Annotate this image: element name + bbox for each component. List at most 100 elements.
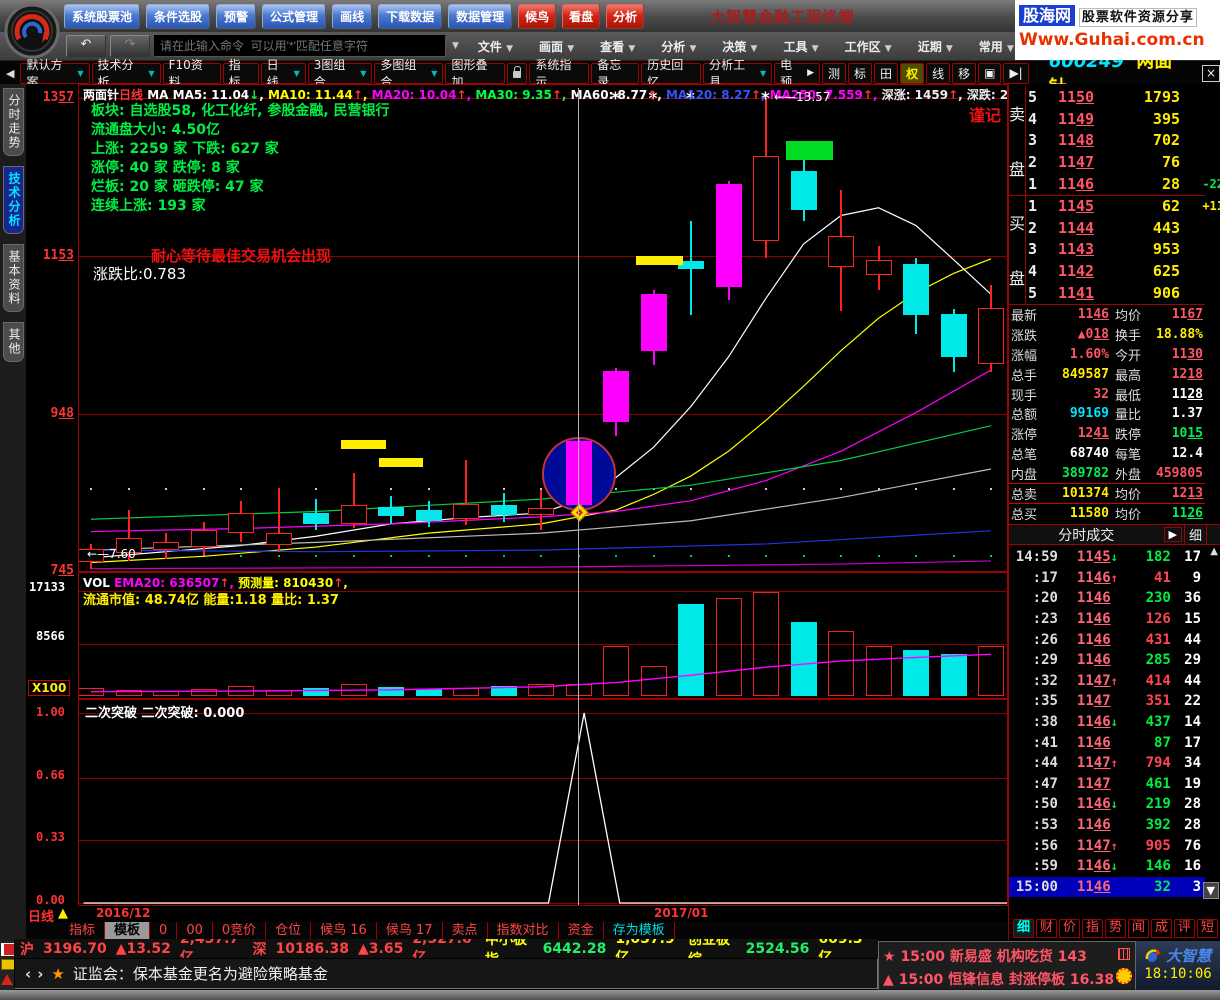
order-book-row[interactable]: 2 1144 443 <box>1026 217 1220 239</box>
tool-指标[interactable]: 指标 <box>222 58 259 89</box>
tick-row[interactable]: :47 1147 461 19 <box>1009 774 1205 795</box>
volume-pane[interactable]: VOL EMA20: 636507↑, 预测量: 810430↑, 流通市值: 4… <box>78 572 1008 699</box>
index-status-bar[interactable]: 沪 3196.70 ▲13.52 2,457.7亿深 10186.38 ▲3.65 2,52… <box>14 939 878 958</box>
menu-近期[interactable]: 近期 ▼ <box>918 38 953 55</box>
toolbar-button-系统股票池[interactable]: 系统股票池 <box>64 3 141 29</box>
menu-画面[interactable]: 画面 ▼ <box>539 38 574 55</box>
tool-3图组合[interactable]: 3图组合 ▼ <box>307 58 373 89</box>
tool-备忘录[interactable]: 备忘录 <box>591 58 640 89</box>
tool-移[interactable]: 移 <box>952 62 977 84</box>
order-book-row[interactable]: 1114562+11 <box>1026 195 1220 217</box>
tick-row[interactable]: :53 1146 392 28 <box>1009 815 1205 836</box>
bottom-tab-仓位[interactable]: 仓位 <box>266 922 312 940</box>
bottom-tab-存为模板[interactable]: 存为模板 <box>604 922 675 940</box>
tool-多图组合[interactable]: 多图组合 ▼ <box>374 58 444 89</box>
bottom-tab-00[interactable]: 00 <box>177 922 213 940</box>
menu-常用[interactable]: 常用 ▼ <box>979 38 1014 55</box>
sidebar-tab-技术分析[interactable]: 技术分析 <box>3 166 24 234</box>
mail-icon[interactable] <box>1 959 15 970</box>
tool-默认方案[interactable]: 默认方案 ▼ <box>20 58 90 89</box>
main-chart[interactable]: * * * * 两面针日线 MA MA5: 11.04↓, MA10: 11.44↑, … <box>78 84 1008 572</box>
tick-row[interactable]: :32 1147 ↑ 414 44 <box>1009 671 1205 692</box>
menu-工具[interactable]: 工具 ▼ <box>783 38 818 55</box>
toolbar-button-预警[interactable]: 预警 <box>216 3 257 29</box>
tool-线[interactable]: 线 <box>926 62 951 84</box>
menu-决策[interactable]: 决策 ▼ <box>722 38 757 55</box>
right-tab-闻[interactable]: 闻 <box>1128 919 1149 938</box>
menu-分析[interactable]: 分析 ▼ <box>661 38 696 55</box>
tick-row[interactable]: :59 1146 ↓ 146 16 <box>1009 856 1205 877</box>
news-grid-icon[interactable] <box>1118 948 1130 963</box>
right-tab-成[interactable]: 成 <box>1151 919 1172 938</box>
sidebar-tab-基本资料[interactable]: 基本资料 <box>3 244 24 312</box>
tool-技术分析[interactable]: 技术分析 ▼ <box>91 58 161 89</box>
period-arrow-icon[interactable]: ▲ <box>58 906 68 921</box>
menu-工作区[interactable]: 工作区 ▼ <box>845 38 892 55</box>
tool-田[interactable]: 田 <box>874 62 899 84</box>
scroll-down-icon[interactable]: ▼ <box>1202 882 1219 899</box>
toolbar-button-数据管理[interactable]: 数据管理 <box>448 3 513 29</box>
menu-文件[interactable]: 文件 ▼ <box>478 38 513 55</box>
right-tab-短[interactable]: 短 <box>1197 919 1218 938</box>
tick-row[interactable]: 15:00 1146 32 3 <box>1009 876 1205 898</box>
news-item[interactable]: ▲ 15:00 恒锋信息 封涨停板 16.38 <box>883 969 1133 989</box>
command-input[interactable] <box>154 35 446 57</box>
toolbar-button-分析[interactable]: 分析 <box>606 3 645 29</box>
order-book-row[interactable]: 5 1150 1793 <box>1026 86 1220 108</box>
toolbar-button-画线[interactable]: 画线 <box>332 3 373 29</box>
ticks-expand-icon[interactable]: ▶ <box>1163 527 1182 542</box>
news-item[interactable]: ★ 15:00 新易盛 机构吃货 143 <box>883 946 1133 966</box>
sidebar-tab-其他[interactable]: 其他 <box>3 322 24 362</box>
tool-日线[interactable]: 日线 ▼ <box>260 58 306 89</box>
right-tab-指[interactable]: 指 <box>1082 919 1103 938</box>
tool-分析工具[interactable]: 分析工具 ▼ <box>703 58 773 89</box>
tick-row[interactable]: :35 1147 351 22 <box>1009 691 1205 712</box>
collapse-left-icon[interactable]: ◀ <box>6 67 14 80</box>
order-book-row[interactable]: 5 1141 906 <box>1026 282 1220 304</box>
banner-ad[interactable]: 股海网 股票软件资源分享 Www.Guhai.com.cn <box>1015 0 1220 60</box>
tool-权[interactable]: 权 <box>900 62 925 84</box>
right-tab-财[interactable]: 财 <box>1036 919 1057 938</box>
tick-row[interactable]: :20 1146 230 36 <box>1009 588 1205 609</box>
tool-电预[interactable]: 电预 ▶ <box>774 58 821 89</box>
bottom-tab-模板[interactable]: 模板 <box>105 922 151 940</box>
bottom-tab-0竞价[interactable]: 0竞价 <box>213 922 267 940</box>
tool-标[interactable]: 标 <box>848 62 873 84</box>
alert-icon[interactable] <box>1 974 13 985</box>
toolbar-button-公式管理[interactable]: 公式管理 <box>262 3 327 29</box>
ticks-detail-button[interactable]: 细 <box>1183 524 1207 545</box>
bottom-tab-资金[interactable]: 资金 <box>559 922 604 940</box>
tick-row[interactable]: :26 1146 431 44 <box>1009 629 1205 650</box>
right-tab-价[interactable]: 价 <box>1059 919 1080 938</box>
command-dropdown-icon[interactable]: ▼ <box>452 41 459 51</box>
order-book-row[interactable]: 4 1142 625 <box>1026 260 1220 282</box>
order-book-row[interactable]: 2 1147 76 <box>1026 151 1220 173</box>
bottom-tab-候鸟 17[interactable]: 候鸟 17 <box>377 922 443 940</box>
sidebar-tab-分时走势[interactable]: 分时走势 <box>3 88 24 156</box>
bottom-tab-候鸟 16[interactable]: 候鸟 16 <box>311 922 377 940</box>
right-tab-势[interactable]: 势 <box>1105 919 1126 938</box>
tool-历史回忆[interactable]: 历史回忆 <box>641 58 702 89</box>
tick-row[interactable]: :41 1146 87 17 <box>1009 732 1205 753</box>
order-book-row[interactable]: 4 1149 395 <box>1026 108 1220 130</box>
marquee-next-icon[interactable]: › <box>37 965 43 983</box>
lock-icon[interactable] <box>507 62 528 84</box>
indicator-pane[interactable]: 二次突破 二次突破: 0.000 <box>78 699 1008 906</box>
tool-▶|[interactable]: ▶| <box>1003 62 1029 84</box>
back-button[interactable]: ↶ <box>66 35 106 57</box>
bottom-tab-指标[interactable]: 指标 <box>60 922 106 940</box>
bottom-tab-0[interactable]: 0 <box>150 922 178 940</box>
tick-row[interactable]: :50 1146 ↓ 219 28 <box>1009 794 1205 815</box>
tick-row[interactable]: :44 1147 ↑ 794 34 <box>1009 753 1205 774</box>
tick-row[interactable]: :29 1146 285 29 <box>1009 650 1205 671</box>
tick-row[interactable]: :56 1147 ↑ 905 76 <box>1009 835 1205 856</box>
tool-▣[interactable]: ▣ <box>978 62 1002 84</box>
settings-gear-icon[interactable] <box>1116 968 1132 987</box>
tool-测[interactable]: 测 <box>822 62 847 84</box>
tool-F10资料[interactable]: F10资料 <box>162 58 221 89</box>
forward-button[interactable]: ↷ <box>110 35 150 57</box>
toolbar-button-候鸟[interactable]: 候鸟 <box>518 3 557 29</box>
marquee-prev-icon[interactable]: ‹ <box>25 965 31 983</box>
toolbar-button-看盘[interactable]: 看盘 <box>562 3 601 29</box>
toolbar-button-下载数据[interactable]: 下载数据 <box>378 3 443 29</box>
